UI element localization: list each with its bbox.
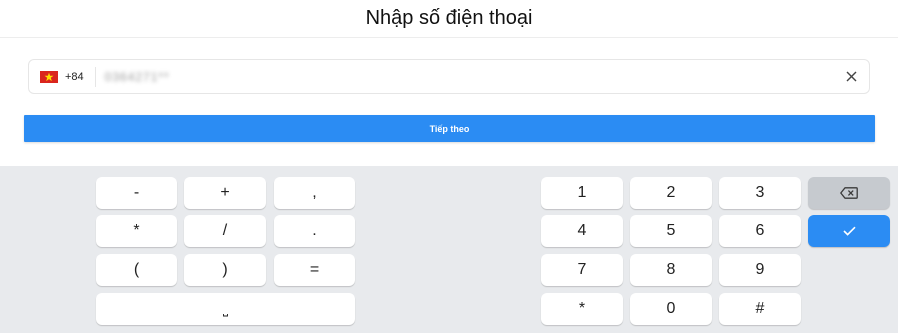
key-minus[interactable]: - — [96, 177, 177, 209]
key-comma[interactable]: , — [274, 177, 355, 209]
backspace-key[interactable] — [808, 177, 890, 209]
backspace-icon — [840, 187, 858, 199]
key-3[interactable]: 3 — [719, 177, 801, 209]
key-period[interactable]: . — [274, 215, 355, 247]
key-equals[interactable]: = — [274, 254, 355, 286]
key-asterisk[interactable]: * — [96, 215, 177, 247]
dial-code[interactable]: +84 — [65, 71, 84, 83]
key-open-paren[interactable]: ( — [96, 254, 177, 286]
key-9[interactable]: 9 — [719, 254, 801, 286]
phone-number-input[interactable]: 0364271** — [105, 70, 170, 84]
key-8[interactable]: 8 — [630, 254, 712, 286]
key-7[interactable]: 7 — [541, 254, 623, 286]
key-5[interactable]: 5 — [630, 215, 712, 247]
phone-input-row[interactable]: +84 0364271** — [28, 59, 870, 94]
key-4[interactable]: 4 — [541, 215, 623, 247]
page-title: Nhập số điện thoại — [365, 7, 533, 29]
vietnam-flag-icon[interactable] — [40, 70, 58, 83]
key-2[interactable]: 2 — [630, 177, 712, 209]
key-close-paren[interactable]: ) — [184, 254, 266, 286]
clear-button[interactable] — [843, 68, 860, 85]
key-6[interactable]: 6 — [719, 215, 801, 247]
divider — [94, 66, 96, 87]
header-bar: Nhập số điện thoại — [0, 0, 898, 38]
space-key[interactable]: ⎵ — [96, 293, 355, 325]
next-button[interactable]: Tiếp theo — [24, 115, 875, 142]
key-1[interactable]: 1 — [541, 177, 623, 209]
numeric-keyboard: - + , * / . ( ) = ⎵ 1 2 3 4 5 6 7 8 9 * … — [0, 166, 898, 333]
key-slash[interactable]: / — [184, 215, 266, 247]
key-0[interactable]: 0 — [630, 293, 712, 325]
check-icon — [842, 226, 856, 236]
key-hash[interactable]: # — [719, 293, 801, 325]
enter-key[interactable] — [808, 215, 890, 247]
key-plus[interactable]: + — [184, 177, 266, 209]
close-icon — [846, 71, 857, 82]
key-star[interactable]: * — [541, 293, 623, 325]
